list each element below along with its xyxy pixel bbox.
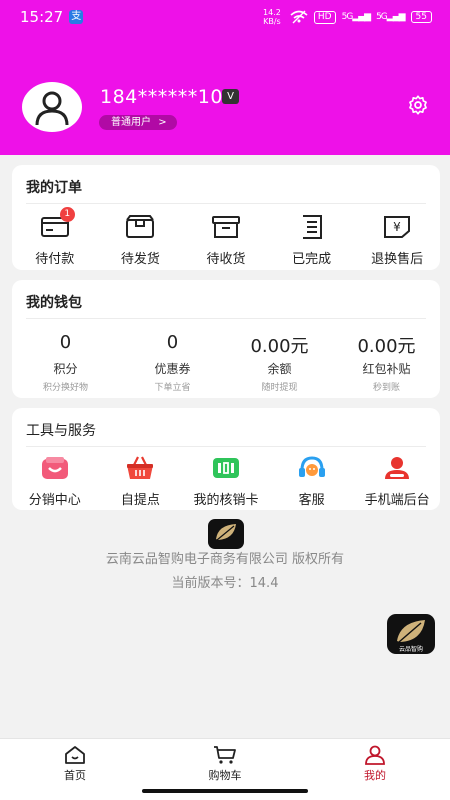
tools-title: 工具与服务: [26, 423, 96, 439]
verification-card-icon: [212, 458, 239, 478]
leaf-logo-icon: [216, 524, 236, 541]
avatar[interactable]: [22, 82, 82, 132]
pending-payment-badge: 1: [59, 207, 75, 222]
username: 184******10: [100, 86, 223, 108]
tools-card: 工具与服务 分销中心 自提点 我的核销卡 客服 手机端后台: [12, 408, 440, 510]
signal-5g-1: 5G▂▄▆: [341, 12, 371, 22]
order-item-label: 退换售后: [371, 252, 424, 267]
order-pending-payment[interactable]: 1 待付款: [12, 207, 98, 267]
tool-verification-card[interactable]: 我的核销卡: [183, 454, 269, 508]
signal-5g-2: 5G▂▄▆: [376, 12, 405, 22]
hd-badge: HD: [313, 10, 336, 24]
shopping-basket-icon: [127, 456, 154, 479]
order-item-label: 待付款: [35, 252, 75, 267]
tool-pickup-point[interactable]: 自提点: [98, 454, 184, 508]
wallet-value: 0.00元: [250, 336, 309, 357]
network-speed: 14.2 KB/s: [263, 8, 281, 26]
tool-label: 客服: [298, 493, 325, 508]
wifi-off-icon: [290, 10, 308, 24]
wallet-label: 余额: [267, 362, 292, 376]
copyright-text: 云南云品智购电子商务有限公司 版权所有: [105, 552, 345, 567]
tool-label: 手机端后台: [364, 493, 430, 508]
wallet-points[interactable]: 0 积分 积分换好物: [12, 332, 119, 393]
svg-text:¥: ¥: [393, 220, 401, 234]
wallet-sublabel: 秒到账: [372, 383, 400, 393]
user-icon: [365, 745, 385, 765]
user-level-badge[interactable]: 普通用户 >: [99, 115, 177, 130]
avatar-person-icon: [35, 91, 69, 126]
wallet-value: 0: [166, 332, 179, 353]
distribution-center-icon: [41, 457, 68, 479]
tab-home[interactable]: 首页: [0, 739, 150, 800]
order-refund-after-sales[interactable]: ¥ 退换售后: [354, 213, 440, 267]
wallet-sublabel: 积分换好物: [42, 383, 88, 393]
wallet-value: 0.00元: [357, 336, 416, 357]
order-pending-shipment[interactable]: 待发货: [98, 213, 184, 267]
package-box-icon: [126, 215, 155, 238]
tool-label: 分销中心: [28, 493, 81, 508]
wallet-title: 我的钱包: [26, 295, 82, 311]
completed-list-icon: [302, 215, 322, 239]
tab-label: 我的: [364, 769, 386, 782]
signal-5g-2-label: 5G: [376, 12, 388, 22]
wallet-coupons[interactable]: 0 优惠券 下单立省: [119, 332, 226, 393]
chevron-right-icon: >: [158, 117, 167, 128]
order-pending-receipt[interactable]: 待收货: [183, 213, 269, 267]
logo-text: 云品智购: [399, 645, 423, 653]
tool-label: 自提点: [120, 493, 160, 508]
home-indicator[interactable]: [142, 789, 308, 793]
tab-label: 首页: [64, 769, 86, 782]
status-bar: 15:27 支 14.2 KB/s HD 5G▂▄▆ 5G▂▄▆ 55: [0, 0, 450, 34]
order-item-label: 待发货: [120, 252, 160, 267]
divider: [26, 446, 426, 447]
vip-flag-icon: V: [222, 89, 239, 104]
leaf-logo-icon: 云品智购: [397, 620, 425, 653]
order-item-label: 待收货: [206, 252, 246, 267]
brand-logo-icon: [208, 519, 244, 549]
cart-icon: [214, 746, 236, 764]
headset-icon: [298, 456, 325, 477]
refund-yen-icon: ¥: [384, 216, 411, 238]
tool-distribution-center[interactable]: 分销中心: [12, 454, 98, 508]
settings-gear-icon[interactable]: [407, 94, 429, 116]
status-time: 15:27: [20, 8, 64, 26]
order-item-label: 已完成: [292, 252, 332, 267]
orders-title: 我的订单: [26, 180, 82, 196]
wallet-card: 我的钱包 0 积分 积分换好物 0 优惠券 下单立省 0.00元 余额 随时提现…: [12, 280, 440, 398]
wallet-label: 优惠券: [154, 362, 191, 376]
wallet-label: 红包补贴: [362, 362, 411, 376]
tab-label: 购物车: [208, 769, 242, 782]
profile-header: 15:27 支 14.2 KB/s HD 5G▂▄▆ 5G▂▄▆ 55 184*…: [0, 0, 450, 155]
alipay-notification-icon: 支: [69, 10, 84, 24]
floating-brand-button[interactable]: 云品智购: [387, 614, 435, 654]
wallet-value: 0: [59, 332, 72, 353]
user-level-label: 普通用户: [111, 117, 151, 128]
orders-card: 我的订单 1 待付款 待发货 待收货 已完成 ¥ 退换售后: [12, 165, 440, 270]
tool-label: 我的核销卡: [193, 493, 259, 508]
wallet-balance[interactable]: 0.00元 余额 随时提现: [226, 332, 333, 393]
divider: [26, 203, 426, 204]
signal-5g-1-label: 5G: [341, 12, 354, 22]
tool-mobile-admin[interactable]: 手机端后台: [354, 454, 440, 508]
wallet-label: 积分: [53, 362, 78, 376]
tab-mine[interactable]: 我的: [300, 739, 450, 800]
order-completed[interactable]: 已完成: [269, 213, 355, 267]
archive-box-icon: [211, 216, 240, 238]
admin-person-icon: [385, 457, 410, 479]
version-text: 当前版本号：14.4: [171, 576, 279, 591]
wallet-sublabel: 随时提现: [261, 383, 298, 393]
battery-icon: 55: [410, 11, 432, 23]
divider: [26, 318, 426, 319]
tool-customer-service[interactable]: 客服: [269, 454, 355, 508]
wallet-sublabel: 下单立省: [154, 383, 191, 393]
wallet-red-packet[interactable]: 0.00元 红包补贴 秒到账: [333, 332, 440, 393]
home-icon: [65, 746, 85, 764]
